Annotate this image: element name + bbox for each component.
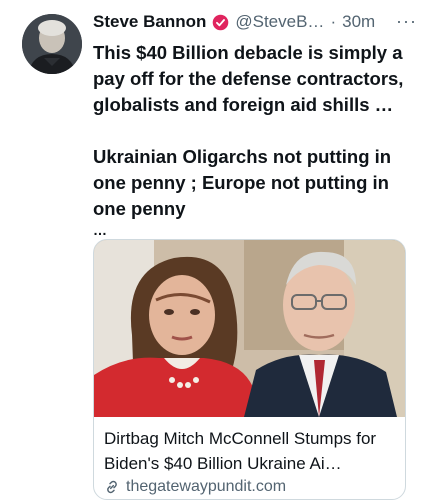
header-separator: · (330, 12, 337, 31)
tweet-header: Steve Bannon @SteveB… · 30m ··· (93, 10, 423, 34)
card-title[interactable]: Dirtbag Mitch McConnell Stumps for Biden… (104, 426, 400, 476)
tweet-truncation-ellipsis: … (93, 222, 107, 238)
card-domain-text: thegatewaypundit.com (126, 478, 287, 495)
avatar[interactable] (22, 14, 82, 74)
author-name[interactable]: Steve Bannon (93, 12, 206, 32)
verified-badge-icon (212, 14, 229, 31)
more-icon[interactable]: ··· (396, 10, 417, 32)
author-handle[interactable]: @SteveB… (235, 12, 324, 32)
tweet[interactable]: Steve Bannon @SteveB… · 30m ··· This $40… (0, 0, 426, 500)
tweet-paragraph-2: Ukrainian Oligarchs not putting in one p… (93, 146, 392, 219)
card-image[interactable] (94, 240, 405, 417)
tweet-paragraph-1: This $40 Billion debacle is simply a pay… (93, 42, 404, 115)
link-preview-card[interactable]: Dirtbag Mitch McConnell Stumps for Biden… (93, 239, 406, 500)
link-icon (104, 479, 120, 495)
tweet-timestamp[interactable]: 30m (342, 12, 375, 32)
card-domain[interactable]: thegatewaypundit.com (104, 478, 286, 496)
tweet-text: This $40 Billion debacle is simply a pay… (93, 40, 415, 238)
